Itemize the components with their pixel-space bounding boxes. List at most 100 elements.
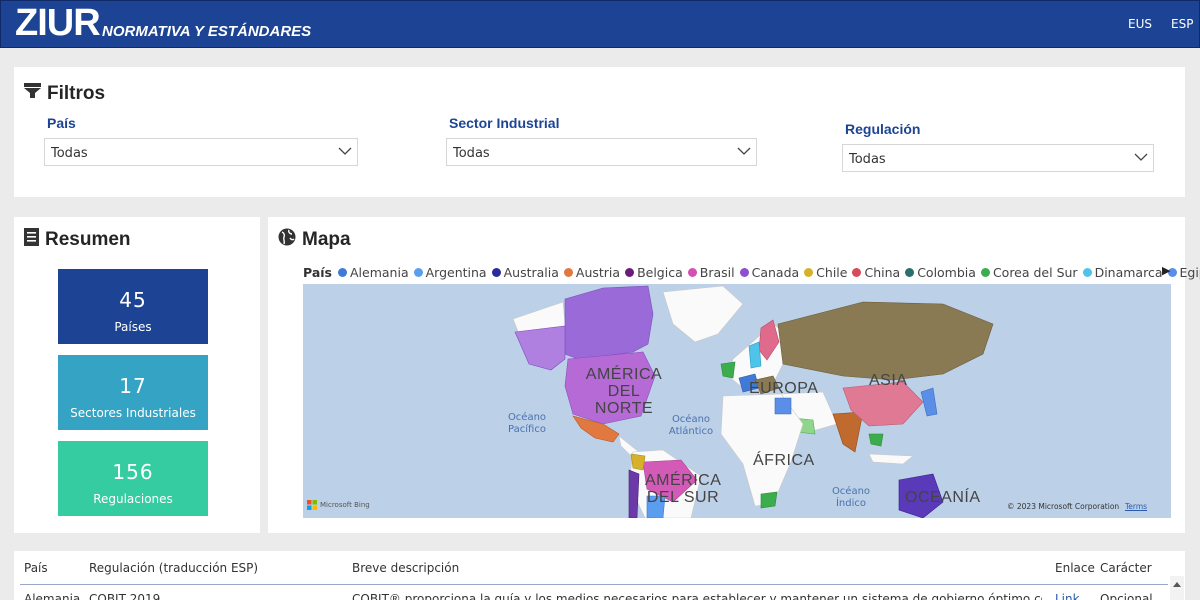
- globe-icon: [278, 228, 296, 252]
- column-header-pais[interactable]: País: [24, 561, 48, 575]
- legend-item[interactable]: Chile: [804, 265, 847, 280]
- legend-label: Egipto: [1179, 265, 1200, 280]
- bing-attribution: Microsoft Bing: [307, 500, 370, 510]
- legend-label: China: [864, 265, 901, 280]
- app-subtitle: NORMATIVA Y ESTÁNDARES: [102, 23, 312, 40]
- map-title-text: Mapa: [302, 229, 351, 250]
- legend-dot: [687, 268, 697, 277]
- ocean-label: Océano Índico: [831, 486, 871, 509]
- legend-label: Canada: [751, 265, 800, 280]
- kpi-value: 156: [112, 460, 154, 484]
- legend-item[interactable]: Brasil: [687, 265, 735, 280]
- legend-item[interactable]: China: [852, 265, 900, 280]
- legend-label: Argentina: [425, 265, 487, 280]
- legend-item[interactable]: Australia: [491, 265, 559, 280]
- legend-label: Corea del Sur: [992, 265, 1078, 280]
- table-header-divider: [20, 584, 1168, 585]
- legend-label: Austria: [575, 265, 621, 280]
- terms-link[interactable]: Terms: [1125, 502, 1147, 511]
- filter-sector-dropdown[interactable]: Todas: [446, 138, 757, 166]
- filter-sector-value: Todas: [453, 146, 490, 161]
- legend-dot: [739, 268, 749, 277]
- legend-dot: [852, 268, 862, 277]
- legend-item[interactable]: Canada: [739, 265, 800, 280]
- top-bar: ZIUR NORMATIVA Y ESTÁNDARES EUS ESP: [0, 0, 1200, 48]
- funnel-icon: [24, 82, 41, 105]
- filter-pais-value: Todas: [51, 146, 88, 161]
- map-region-label: EUROPA: [749, 380, 819, 397]
- filters-title-text: Filtros: [47, 82, 106, 104]
- legend-item[interactable]: Alemania: [338, 265, 409, 280]
- ocean-label: Océano Pacífico: [507, 412, 547, 435]
- legend-label: Alemania: [350, 265, 409, 280]
- map-region-label: ASIA: [869, 372, 908, 389]
- legend-item[interactable]: Argentina: [413, 265, 487, 280]
- legend-item[interactable]: Egipto: [1167, 265, 1200, 280]
- chevron-down-icon: [1134, 153, 1148, 161]
- chevron-down-icon: [338, 147, 352, 155]
- legend-dot: [563, 268, 573, 277]
- legend-title: País: [303, 265, 332, 280]
- table-scrollbar[interactable]: [1170, 576, 1184, 600]
- filter-regulacion-value: Todas: [849, 152, 886, 167]
- kpi-value: 17: [119, 374, 147, 398]
- filter-regulacion-dropdown[interactable]: Todas: [842, 144, 1154, 172]
- filter-sector-label: Sector Industrial: [449, 115, 560, 131]
- ocean-label: Océano Atlántico: [668, 414, 714, 437]
- map-region-label: ÁFRICA: [753, 452, 815, 469]
- map-region-label: AMÉRICA DEL SUR: [645, 472, 722, 506]
- kpi-card-sectores: 17 Sectores Industriales: [58, 355, 208, 430]
- legend-label: Brasil: [699, 265, 735, 280]
- legend-item[interactable]: Dinamarca: [1082, 265, 1163, 280]
- legend-dot: [905, 268, 915, 277]
- scroll-up-arrow-icon[interactable]: [1173, 582, 1181, 587]
- legend-item[interactable]: Belgica: [625, 265, 683, 280]
- cell-descripcion: COBIT® proporciona la guía y los medios …: [352, 592, 1042, 600]
- kpi-label: Países: [114, 320, 152, 334]
- legend-dot: [491, 268, 501, 277]
- legend-dot: [625, 268, 635, 277]
- cell-enlace-link[interactable]: Link: [1055, 592, 1080, 600]
- bing-attribution-text: Microsoft Bing: [320, 501, 370, 509]
- legend-dot: [804, 268, 814, 277]
- summary-title-text: Resumen: [45, 229, 131, 250]
- kpi-label: Sectores Industriales: [70, 406, 196, 420]
- lang-esp-link[interactable]: ESP: [1171, 17, 1193, 31]
- filters-panel: [14, 67, 1185, 197]
- legend-dot: [338, 268, 347, 277]
- legend-label: Dinamarca: [1094, 265, 1163, 280]
- filter-pais-dropdown[interactable]: Todas: [44, 138, 358, 166]
- cell-caracter: Opcional: [1100, 592, 1153, 600]
- legend-dot: [413, 268, 423, 277]
- world-map[interactable]: AMÉRICA DEL NORTE EUROPA ASIA ÁFRICA AMÉ…: [303, 284, 1171, 518]
- legend-label: Belgica: [637, 265, 683, 280]
- logo: ZIUR: [15, 2, 101, 44]
- filter-regulacion-label: Regulación: [845, 121, 921, 137]
- column-header-regulacion[interactable]: Regulación (traducción ESP): [89, 561, 258, 575]
- column-header-enlace[interactable]: Enlace: [1055, 561, 1095, 575]
- lang-eus-link[interactable]: EUS: [1128, 17, 1152, 31]
- legend-label: Chile: [816, 265, 848, 280]
- map-title: Mapa: [278, 228, 351, 252]
- kpi-card-paises: 45 Países: [58, 269, 208, 344]
- filters-title: Filtros: [24, 82, 105, 105]
- map-shapes: [512, 285, 994, 518]
- legend-label: Colombia: [917, 265, 976, 280]
- legend-item[interactable]: Colombia: [905, 265, 976, 280]
- microsoft-logo-icon: [307, 500, 317, 510]
- column-header-descripcion[interactable]: Breve descripción: [352, 561, 459, 575]
- kpi-label: Regulaciones: [93, 492, 173, 506]
- filter-pais-label: País: [47, 115, 76, 131]
- legend-item[interactable]: Austria: [563, 265, 621, 280]
- map-region-label: OCEANÍA: [905, 489, 981, 506]
- map-legend: País Alemania Argentina Australia Austri…: [303, 265, 1200, 280]
- copyright-text: © 2023 Microsoft Corporation: [1007, 502, 1120, 511]
- map-region-label: AMÉRICA DEL NORTE: [585, 366, 663, 417]
- legend-dot: [980, 268, 990, 277]
- cell-pais: Alemania: [24, 592, 81, 600]
- column-header-caracter[interactable]: Carácter: [1100, 561, 1152, 575]
- legend-next-arrow-icon[interactable]: ▶: [1162, 264, 1170, 277]
- document-icon: [24, 228, 39, 252]
- legend-item[interactable]: Corea del Sur: [980, 265, 1078, 280]
- legend-dot: [1082, 268, 1092, 277]
